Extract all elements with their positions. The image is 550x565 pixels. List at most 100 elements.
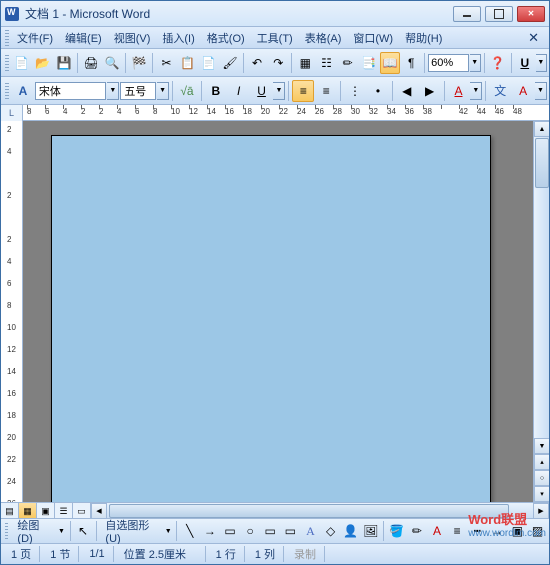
prev-page-button[interactable]: ▴ <box>534 454 549 470</box>
line-button[interactable]: ╲ <box>180 520 199 542</box>
grip-handle[interactable] <box>5 523 8 539</box>
redo-button[interactable]: ↷ <box>268 52 288 74</box>
line-style-button[interactable]: ≡ <box>448 520 467 542</box>
font-name-field[interactable]: 宋体 <box>35 82 107 100</box>
font-color-dropdown[interactable]: ▼ <box>470 82 482 100</box>
wordart-button[interactable]: A <box>301 520 320 542</box>
font-size-dropdown[interactable]: ▼ <box>157 82 169 100</box>
paste-button[interactable]: 📄 <box>199 52 219 74</box>
menu-view[interactable]: 视图(V) <box>108 28 157 48</box>
outdent-button[interactable]: ◀ <box>396 80 418 102</box>
ruler-corner[interactable]: L <box>1 105 23 121</box>
research-button[interactable]: 🏁 <box>129 52 149 74</box>
fill-color-button[interactable]: 🪣 <box>387 520 406 542</box>
menu-insert[interactable]: 插入(I) <box>156 28 200 48</box>
underline-dropdown[interactable]: ▼ <box>273 82 285 100</box>
number-list-button[interactable]: ⋮ <box>344 80 366 102</box>
print-button[interactable]: 🖨 <box>81 52 101 74</box>
menu-file[interactable]: 文件(F) <box>11 28 59 48</box>
diagram-button[interactable]: ◇ <box>321 520 340 542</box>
rectangle-button[interactable]: ▭ <box>220 520 239 542</box>
menu-edit[interactable]: 编辑(E) <box>59 28 108 48</box>
font-color-button[interactable]: A <box>427 520 446 542</box>
clipart-button[interactable]: 👤 <box>341 520 360 542</box>
arrow-style-button[interactable]: → <box>488 520 507 542</box>
overflow-dropdown[interactable]: ▼ <box>536 54 547 72</box>
grip-handle[interactable] <box>5 30 9 46</box>
char-shading-button[interactable]: A <box>512 80 534 102</box>
new-doc-button[interactable]: 📄 <box>12 52 32 74</box>
docmap-button[interactable]: 📑 <box>359 52 379 74</box>
show-marks-button[interactable]: ¶ <box>401 52 421 74</box>
columns-button[interactable]: ☷ <box>316 52 336 74</box>
close-doc-button[interactable]: ✕ <box>520 30 547 46</box>
format-painter-button[interactable]: 🖌 <box>220 52 240 74</box>
menu-tools[interactable]: 工具(T) <box>251 28 299 48</box>
reading-view-button[interactable]: ▭ <box>73 503 91 519</box>
grip-handle[interactable] <box>5 55 9 71</box>
autoshapes-menu[interactable]: 自选图形(U) <box>99 515 162 547</box>
maximize-button[interactable] <box>485 6 513 22</box>
table-button[interactable]: ▦ <box>295 52 315 74</box>
help-button[interactable]: ❓ <box>488 52 508 74</box>
indent-button[interactable]: ▶ <box>419 80 441 102</box>
font-color-button[interactable]: A <box>448 80 470 102</box>
vertical-scrollbar[interactable]: ▲ ▼ ▴ ○ ▾ <box>533 121 549 502</box>
scroll-up-button[interactable]: ▲ <box>534 121 549 137</box>
phonetic-button[interactable]: √ā <box>176 80 198 102</box>
styles-button[interactable]: A <box>12 80 34 102</box>
cut-button[interactable]: ✂ <box>156 52 176 74</box>
3d-button[interactable]: ▨ <box>528 520 547 542</box>
font-size-field[interactable]: 五号 <box>120 82 156 100</box>
menu-format[interactable]: 格式(O) <box>201 28 251 48</box>
undo-button[interactable]: ↶ <box>247 52 267 74</box>
dash-style-button[interactable]: ┅ <box>468 520 487 542</box>
char-scaling-button[interactable]: 文 <box>489 80 511 102</box>
menu-window[interactable]: 窗口(W) <box>347 28 399 48</box>
preview-button[interactable]: 🔍 <box>102 52 122 74</box>
close-button[interactable] <box>517 6 545 22</box>
zoom-field[interactable]: 60% <box>428 54 469 72</box>
overflow-dropdown[interactable]: ▼ <box>535 82 547 100</box>
save-button[interactable]: 💾 <box>54 52 74 74</box>
scroll-down-button[interactable]: ▼ <box>534 438 549 454</box>
drawing-button[interactable]: ✏ <box>338 52 358 74</box>
scroll-left-button[interactable]: ◀ <box>91 503 107 519</box>
italic-button[interactable]: I <box>228 80 250 102</box>
drawing-menu[interactable]: 绘图(D) <box>11 515 55 547</box>
minimize-button[interactable] <box>453 6 481 22</box>
title-bar[interactable]: 文档 1 - Microsoft Word <box>1 1 549 27</box>
menu-help[interactable]: 帮助(H) <box>399 28 448 48</box>
align-center-button[interactable]: ≡ <box>315 80 337 102</box>
horizontal-scrollbar[interactable]: ◀ ▶ <box>91 503 549 518</box>
grip-handle[interactable] <box>5 83 9 99</box>
drawing-dropdown[interactable]: ▼ <box>56 522 66 540</box>
browse-object-button[interactable]: ○ <box>534 470 549 486</box>
menu-table[interactable]: 表格(A) <box>299 28 348 48</box>
font-name-dropdown[interactable]: ▼ <box>107 82 119 100</box>
select-objects-button[interactable]: ↖ <box>73 520 92 542</box>
vertical-textbox-button[interactable]: ▭ <box>281 520 300 542</box>
scroll-right-button[interactable]: ▶ <box>533 503 549 519</box>
vertical-ruler[interactable]: 2422468101214161820222426 <box>1 121 23 502</box>
zoom-dropdown[interactable]: ▼ <box>470 54 481 72</box>
next-page-button[interactable]: ▾ <box>534 486 549 502</box>
textbox-button[interactable]: ▭ <box>261 520 280 542</box>
picture-button[interactable]: 🖼 <box>361 520 380 542</box>
arrow-button[interactable]: → <box>200 520 219 542</box>
copy-button[interactable]: 📋 <box>178 52 198 74</box>
autoshapes-dropdown[interactable]: ▼ <box>163 522 173 540</box>
bullet-list-button[interactable]: • <box>367 80 389 102</box>
document-page[interactable] <box>51 135 491 502</box>
bold-button[interactable]: B <box>205 80 227 102</box>
underline-button[interactable]: U <box>251 80 273 102</box>
shadow-button[interactable]: ▣ <box>508 520 527 542</box>
horizontal-ruler[interactable]: L 86422468101214161820222426283032343638… <box>1 105 549 121</box>
scroll-thumb[interactable] <box>535 138 549 188</box>
status-record[interactable]: 录制 <box>286 546 325 562</box>
outline-view-button[interactable]: ☰ <box>55 503 73 519</box>
document-area[interactable] <box>23 121 533 502</box>
reading-layout-button[interactable]: 📖 <box>380 52 400 74</box>
underline-button[interactable]: U <box>515 52 535 74</box>
align-left-button[interactable]: ≡ <box>292 80 314 102</box>
